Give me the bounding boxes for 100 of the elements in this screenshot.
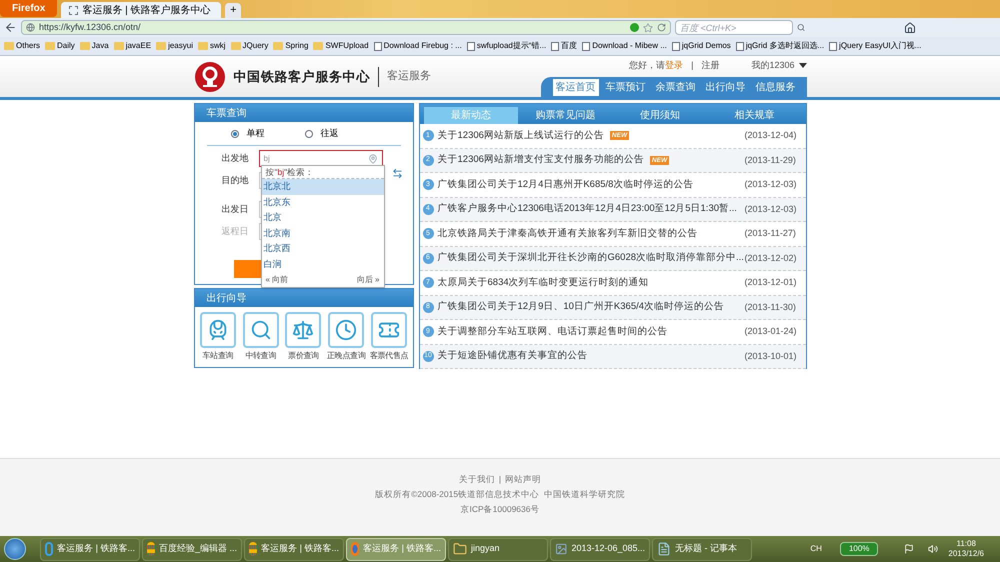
guide-button[interactable]	[200, 312, 236, 348]
star-icon[interactable]	[643, 22, 653, 32]
suggestion-item[interactable]: 北京西	[262, 241, 384, 257]
search-field[interactable]: 百度 <Ctrl+K>	[675, 20, 793, 35]
news-tab[interactable]: 使用须知	[612, 107, 707, 124]
bookmark-item[interactable]: JQuery	[230, 40, 268, 52]
taskbar-button[interactable]: 无标题 - 记事本	[652, 538, 752, 560]
footer-link[interactable]: 网站声明	[505, 473, 542, 486]
prev-page-link[interactable]: « 向前	[266, 274, 288, 286]
suggestion-item[interactable]: 白涧	[262, 256, 384, 273]
taskbar-button[interactable]: 客运服务 | 铁路客...	[244, 538, 344, 560]
separator-text: |	[498, 473, 502, 486]
radio-label: 单程	[246, 126, 264, 140]
guide-button[interactable]	[371, 312, 408, 348]
browser-tab[interactable]: 客运服务 | 铁路客户服务中心	[61, 2, 222, 18]
search-icon[interactable]	[796, 23, 805, 32]
bookmark-item[interactable]: Spring	[273, 40, 308, 52]
footer-link[interactable]: 关于我们	[458, 473, 495, 486]
suggestion-item[interactable]: 北京	[262, 210, 384, 226]
news-tab[interactable]: 购票常见问题	[518, 107, 612, 124]
start-button[interactable]	[4, 538, 26, 560]
new-tab-button[interactable]: +	[225, 3, 242, 18]
bookmark-item[interactable]: swfupload提示“错...	[466, 40, 546, 52]
guide-label[interactable]: 中转查询	[245, 350, 276, 362]
suggestion-item[interactable]: 北京东	[262, 194, 384, 210]
field-label: 返程日	[222, 224, 250, 238]
taskbar-button[interactable]: jingyan	[448, 538, 548, 560]
home-icon[interactable]	[904, 22, 916, 34]
guide-label[interactable]: 车站查询	[202, 350, 234, 362]
news-link[interactable]: 北京铁路局关于津秦高铁开通有关旅客列车新旧交替的公告	[438, 226, 698, 241]
page-icon	[551, 42, 560, 50]
copyright-text: 版权所有©2008-2015铁道部信息技术中心 中国铁道科学研究院	[375, 488, 625, 500]
guide-button[interactable]	[328, 312, 364, 348]
section-name: 客运服务	[387, 68, 431, 84]
folder-icon	[230, 42, 241, 50]
nav-tab[interactable]: 车票预订	[602, 78, 648, 96]
bookmark-item[interactable]: jQuery EasyUI入门视...	[829, 40, 922, 52]
nav-tab[interactable]: 信息服务	[752, 78, 798, 96]
radio-button[interactable]	[230, 130, 238, 138]
bookmark-item[interactable]: 百度	[551, 40, 578, 52]
suggestion-item[interactable]: 北京北	[262, 179, 384, 195]
folder-icon	[4, 42, 14, 50]
bookmark-item[interactable]: Java	[80, 40, 109, 52]
radio-button[interactable]	[304, 130, 312, 138]
language-indicator[interactable]: CH	[810, 543, 822, 555]
image-icon	[555, 542, 568, 556]
news-link[interactable]: 广铁集团公司关于12月9日、10日广州开K365/4次临时停运的公告	[438, 300, 724, 314]
account-menu[interactable]: 我的12306	[751, 59, 806, 72]
bookmark-item[interactable]: javaEE	[114, 40, 152, 52]
news-tab[interactable]: 相关规章	[707, 107, 802, 124]
nav-tab[interactable]: 出行向导	[702, 78, 748, 96]
icp-text: 京ICP备10009636号	[460, 502, 540, 516]
guide-button[interactable]	[285, 312, 322, 348]
bookmark-item[interactable]: swkj	[198, 40, 226, 52]
bookmark-item[interactable]: Download - Mibew ...	[582, 40, 667, 52]
guide-label[interactable]: 正晚点查询	[327, 350, 366, 362]
news-link[interactable]: 关于调整部分车站互联网、电话订票起售时间的公告	[438, 324, 668, 339]
back-icon[interactable]	[4, 21, 17, 34]
news-link[interactable]: 广铁客户服务中心12306电话2013年12月4日23:00至12月5日1:30暂...	[438, 202, 737, 216]
guide-label[interactable]: 客票代售点	[370, 350, 408, 362]
address-field[interactable]: https://kyfw.12306.cn/otn/	[21, 20, 671, 35]
taskbar-button[interactable]: 2013-12-06_085...	[550, 538, 650, 560]
volume-icon[interactable]	[928, 544, 938, 554]
news-link[interactable]: 关于12306网站新增支付宝支付服务功能的公告	[438, 153, 644, 168]
search-button[interactable]	[234, 260, 264, 278]
reload-icon[interactable]	[657, 23, 666, 32]
bookmark-item[interactable]: jqGrid Demos	[672, 40, 731, 52]
news-link[interactable]: 广铁集团公司关于深圳北开往长沙南的G6028次临时取消停靠部分中...	[438, 251, 744, 266]
guide-label[interactable]: 票价查询	[288, 350, 319, 362]
suggestion-item[interactable]: 北京南	[262, 226, 384, 242]
taskbar-button[interactable]: 百度经验_编辑器 ...	[142, 538, 242, 560]
bookmark-item[interactable]: Download Firebug : ...	[374, 40, 462, 52]
news-link[interactable]: 太原局关于6834次列车临时变更运行时刻的通知	[438, 276, 649, 290]
battery-indicator[interactable]: 100%	[840, 542, 878, 556]
taskbar-button[interactable]: 客运服务 | 铁路客...	[40, 538, 140, 560]
bookmark-item[interactable]: jqGrid 多选时返回选...	[736, 40, 824, 52]
news-link[interactable]: 关于短途卧铺优惠有关事宜的公告	[438, 349, 588, 364]
flag-icon[interactable]	[904, 544, 914, 554]
news-date: (2013-12-03)	[744, 202, 798, 216]
clock[interactable]: 11:08 2013/12/6	[948, 539, 984, 559]
bookmark-item[interactable]: Others	[4, 40, 40, 52]
panel-header: 出行向导	[194, 289, 412, 307]
page-icon	[69, 6, 78, 14]
railway-logo	[194, 60, 226, 92]
swap-icon[interactable]	[392, 168, 402, 179]
folder-icon	[198, 42, 208, 50]
news-date: (2013-12-01)	[744, 276, 798, 289]
nav-tab[interactable]: 客运首页	[552, 78, 598, 96]
bookmark-item[interactable]: jeasyui	[156, 40, 193, 52]
field-label: 出发日	[222, 202, 250, 216]
news-link[interactable]: 广铁集团公司关于12月4日惠州开K685/8次临时停运的公告	[438, 178, 694, 192]
guide-button[interactable]	[242, 312, 279, 348]
bookmark-item[interactable]: SWFUpload	[313, 40, 369, 52]
register-link[interactable]: 注册	[701, 59, 720, 72]
news-link[interactable]: 关于12306网站新版上线试运行的公告	[438, 128, 604, 143]
page-icon	[736, 42, 744, 50]
bookmark-item[interactable]: Daily	[45, 40, 75, 52]
next-page-link[interactable]: 向后 »	[356, 274, 380, 286]
nav-tab[interactable]: 余票查询	[652, 78, 698, 96]
go-icon[interactable]	[630, 23, 639, 32]
